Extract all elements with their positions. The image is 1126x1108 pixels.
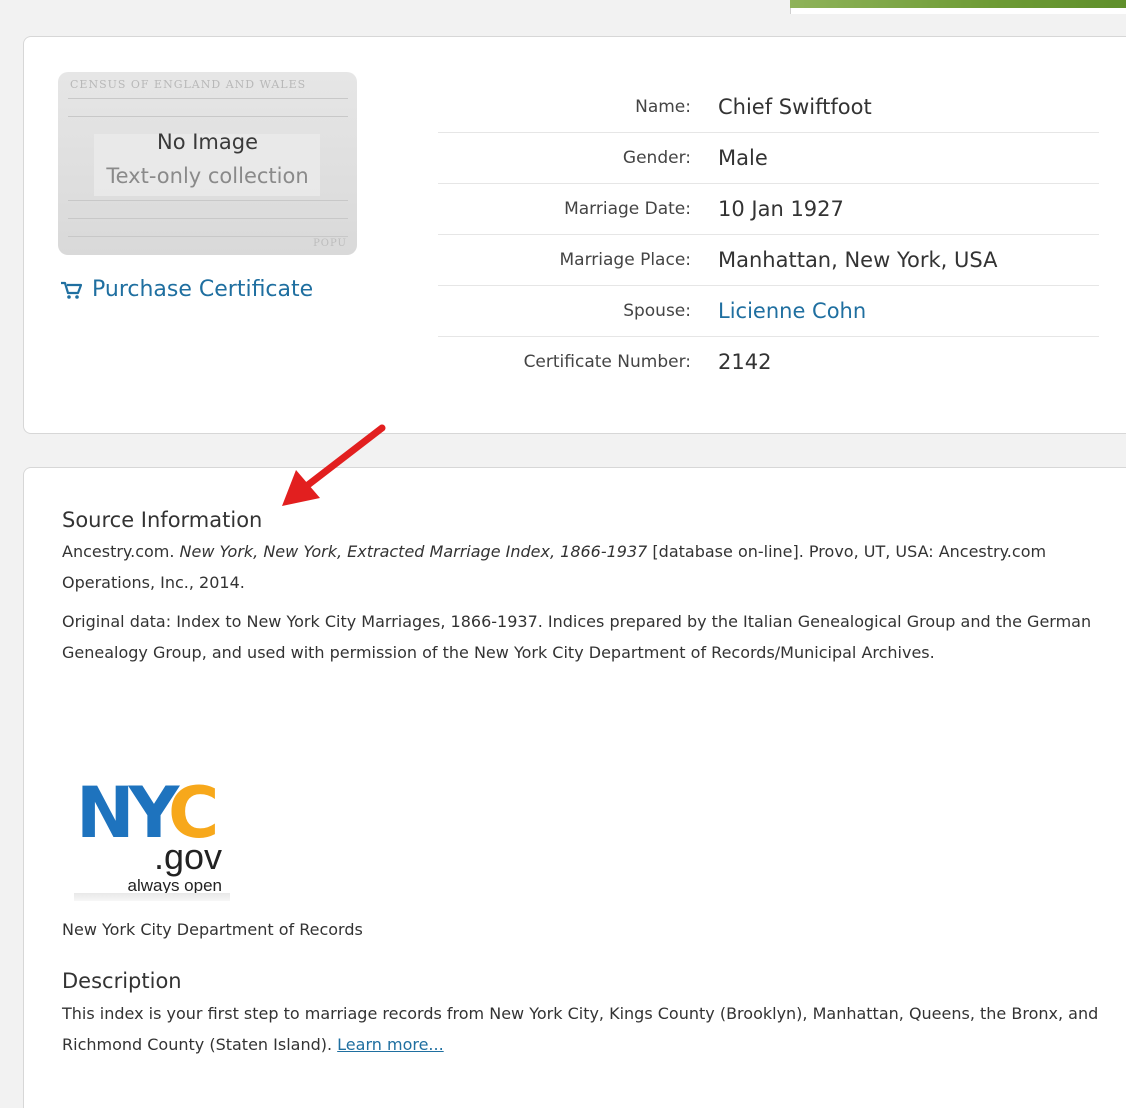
fact-value: 2142 xyxy=(718,350,772,374)
document-word-text: POPU xyxy=(313,238,347,249)
fact-value: Manhattan, New York, USA xyxy=(718,248,998,272)
fact-label: Spouse: xyxy=(623,301,691,321)
logo-caption: New York City Department of Records xyxy=(62,920,363,939)
fact-label: Marriage Date: xyxy=(564,199,691,219)
record-image-placeholder[interactable]: CENSUS OF ENGLAND AND WALES POPU No Imag… xyxy=(58,72,357,255)
citation-prefix: Ancestry.com. xyxy=(62,542,180,561)
fact-value: 10 Jan 1927 xyxy=(718,197,844,221)
description-body: This index is your first step to marriag… xyxy=(62,1004,1099,1054)
record-card: CENSUS OF ENGLAND AND WALES POPU No Imag… xyxy=(23,36,1126,434)
fact-row-marriage-place: Marriage Place: Manhattan, New York, USA xyxy=(438,235,1099,286)
fact-label: Marriage Place: xyxy=(559,250,691,270)
fact-row-name: Name: Chief Swiftfoot xyxy=(438,82,1099,133)
fact-row-spouse: Spouse: Licienne Cohn xyxy=(438,286,1099,337)
fact-label: Name: xyxy=(635,97,691,117)
fact-label: Certificate Number: xyxy=(523,352,691,372)
fact-row-certificate-number: Certificate Number: 2142 xyxy=(438,337,1099,387)
text-only-label: Text-only collection xyxy=(106,164,309,188)
nyc-gov-logo: NY C .gov always open xyxy=(72,765,230,901)
source-information-heading: Source Information xyxy=(62,508,263,532)
logo-shadow xyxy=(74,893,230,901)
red-annotation-arrow-icon xyxy=(282,424,386,506)
source-citation: Ancestry.com. New York, New York, Extrac… xyxy=(62,536,1112,598)
fact-value: Chief Swiftfoot xyxy=(718,95,872,119)
nyc-logo-graphic: NY C .gov always open xyxy=(76,772,222,895)
learn-more-link[interactable]: Learn more... xyxy=(337,1035,444,1054)
accent-green-strip xyxy=(790,0,1126,8)
source-info-block: Source Information Ancestry.com. New Yor… xyxy=(62,508,1112,676)
original-data-text: Original data: Index to New York City Ma… xyxy=(62,612,1092,662)
no-image-label: No Image xyxy=(156,130,258,154)
fact-row-gender: Gender: Male xyxy=(438,133,1099,184)
purchase-certificate-label: Purchase Certificate xyxy=(92,277,314,302)
fact-label: Gender: xyxy=(622,148,691,168)
record-facts-table: Name: Chief Swiftfoot Gender: Male Marri… xyxy=(438,82,1099,387)
purchase-certificate-link[interactable]: Purchase Certificate xyxy=(60,277,313,302)
source-card: Source Information Ancestry.com. New Yor… xyxy=(23,467,1126,1108)
description-heading: Description xyxy=(62,969,182,993)
spouse-link[interactable]: Licienne Cohn xyxy=(718,299,866,323)
top-accent-bar xyxy=(790,0,1126,14)
fact-value: Male xyxy=(718,146,768,170)
nyc-gov-text: .gov xyxy=(154,836,222,877)
description-text: This index is your first step to marriag… xyxy=(62,998,1122,1060)
document-title-text: CENSUS OF ENGLAND AND WALES xyxy=(70,78,307,91)
fact-row-marriage-date: Marriage Date: 10 Jan 1927 xyxy=(438,184,1099,235)
citation-title: New York, New York, Extracted Marriage I… xyxy=(179,542,648,561)
cart-icon xyxy=(61,281,82,299)
